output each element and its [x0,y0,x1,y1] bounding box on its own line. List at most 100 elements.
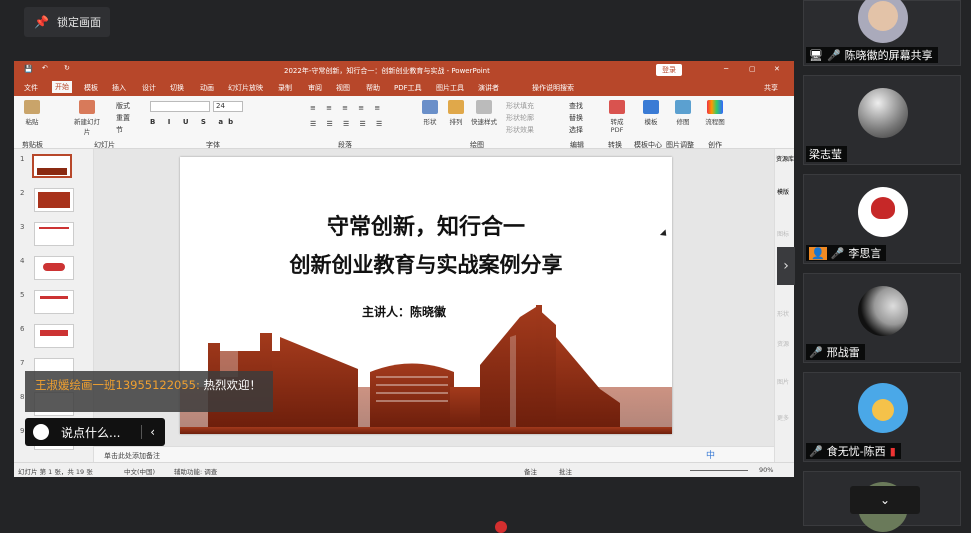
chat-sender: 王淑媛绘画一班13955122055 [35,378,196,392]
reset-button[interactable]: 重置 [116,113,130,123]
participant-avatar [858,88,908,138]
person-icon: 👤 [809,246,827,260]
slide-thumbnail[interactable] [34,188,74,212]
share-button[interactable]: 共享 [764,83,778,93]
pictures-side-item[interactable]: 图片 [777,377,789,386]
more-side-item[interactable]: 更多 [777,413,789,422]
tab-record[interactable]: 录制 [278,83,292,93]
slide-thumbnail[interactable] [34,256,74,280]
chat-message: 王淑媛绘画一班13955122055: 热烈欢迎！ [25,371,273,412]
notes-toggle[interactable]: 备注 [524,466,537,476]
find-button[interactable]: 查找 [569,101,583,111]
flowchart-button[interactable]: 流程图 [702,100,728,126]
chevron-down-icon[interactable]: ⌄ [850,486,920,514]
mic-icon: 🎤 [826,48,841,62]
shared-screen: 💾 ↶ ↻ 2022年-守常创新，知行合一：创新创业教育与实战 - PowerP… [14,61,794,477]
minimize-button[interactable]: ─ [724,65,728,73]
tab-animations[interactable]: 动画 [200,83,214,93]
tab-view[interactable]: 视图 [336,83,350,93]
slide-thumbnail[interactable] [34,324,74,348]
collapse-chevron-icon[interactable]: ‹ [141,425,155,439]
slide-thumbnail[interactable] [34,290,74,314]
shape-fill-button[interactable]: 形状填充 [506,101,534,111]
section-button[interactable]: 节 [116,125,123,135]
participant-tile[interactable]: 梁志莹 [803,75,961,165]
comments-toggle[interactable]: 批注 [559,466,572,476]
quick-style-button[interactable]: 快速样式 [470,100,498,126]
icons-side-item[interactable]: 图标 [777,229,789,238]
tab-review[interactable]: 审阅 [308,83,322,93]
select-button[interactable]: 选择 [569,125,583,135]
tab-templates[interactable]: 模板 [84,83,98,93]
flowchart-icon [707,100,723,114]
participant-tile[interactable]: 🖥 🎤 陈晓徽的屏幕共享 [803,0,961,66]
shape-outline-button[interactable]: 形状轮廓 [506,113,534,123]
font-size-select[interactable]: 24 [213,101,243,112]
tab-pdf-tools[interactable]: PDF工具 [394,83,422,93]
participant-label: 🎤 食无忧-陈西 ▮ [806,443,901,459]
picture-icon [675,100,691,114]
new-slide-icon [79,100,95,114]
alignment-buttons[interactable]: ☰ ☰ ☰ ☰ ☰ [310,120,386,128]
chat-input-placeholder[interactable]: 说点什么... [61,424,120,441]
template-button[interactable]: 模板 [640,100,662,126]
tab-insert[interactable]: 插入 [112,83,126,93]
layout-button[interactable]: 版式 [116,101,130,111]
clipboard-icon [24,100,40,114]
tab-home[interactable]: 开始 [52,81,72,93]
font-name-select[interactable] [150,101,210,112]
notes-placeholder: 单击此处添加备注 [104,452,160,460]
convert-pdf-button[interactable]: 转成PDF [606,100,628,134]
accessibility-status[interactable]: 辅助功能: 调查 [174,466,217,476]
tab-file[interactable]: 文件 [24,83,38,93]
notes-pane[interactable]: 单击此处添加备注 中 [94,446,774,463]
participant-avatar [858,383,908,433]
paragraph-buttons[interactable]: ≡ ≡ ≡ ≡ ≡ [310,104,384,112]
redo-icon[interactable]: ↻ [64,64,70,72]
participant-tile[interactable]: 🎤 邢战雷 [803,273,961,363]
new-slide-button[interactable]: 新建幻灯片 [72,100,102,136]
participant-name: 李思言 [848,247,882,260]
zoom-slider[interactable] [690,470,748,471]
tab-presenter[interactable]: 演讲者 [478,83,499,93]
restore-button[interactable]: ▢ [749,65,756,73]
participant-tile[interactable]: ⌄ [803,471,961,532]
emoji-icon[interactable] [33,424,49,440]
slide-thumbnail[interactable] [32,154,72,178]
login-button[interactable]: 登录 [656,64,682,76]
ribbon: 粘贴 新建幻灯片 版式 重置 节 24 B I U S ab ≡ ≡ ≡ ≡ ≡… [14,96,794,149]
shape-button[interactable]: 形状 [418,100,442,126]
resource-library-label: 资源库 [775,156,794,163]
slide-thumbnail[interactable] [34,222,74,246]
template-side-item[interactable]: 模版 [777,187,789,196]
shapes-side-item[interactable]: 形状 [777,309,789,318]
tab-design[interactable]: 设计 [142,83,156,93]
arrange-button[interactable]: 排列 [444,100,468,126]
tab-picture-tools[interactable]: 图片工具 [436,83,464,93]
chat-input-bar[interactable]: 说点什么... ‹ [25,418,165,446]
tell-me-search[interactable]: 操作说明搜索 [532,83,574,93]
save-icon[interactable]: 💾 [24,65,33,73]
tab-transitions[interactable]: 切换 [170,83,184,93]
slide-count-status: 幻灯片 第 1 张，共 19 张 [18,468,93,476]
paste-button[interactable]: 粘贴 [20,100,44,126]
participant-tile[interactable]: 🎤 食无忧-陈西 ▮ [803,372,961,462]
window-title: 2022年-守常创新，知行合一：创新创业教育与实战 - PowerPoint [284,67,490,75]
undo-icon[interactable]: ↶ [42,64,48,72]
replace-button[interactable]: 替换 [569,113,583,123]
lock-screen-button[interactable]: 📌 锁定画面 [24,7,110,37]
mic-muted-icon: 🎤 [809,345,823,359]
tab-help[interactable]: 帮助 [366,83,380,93]
zoom-level[interactable]: 90% [759,466,773,474]
ime-indicator[interactable]: 中 [706,448,715,461]
tab-slideshow[interactable]: 幻灯片放映 [228,83,263,93]
font-format-buttons[interactable]: B I U S ab [150,118,238,126]
panel-toggle-handle[interactable]: › [777,247,795,285]
close-button[interactable]: ✕ [774,65,780,73]
crop-button[interactable]: 修图 [672,100,694,126]
language-status: 中文(中国) [124,468,156,476]
shape-effect-button[interactable]: 形状效果 [506,125,534,135]
chat-text: 热烈欢迎！ [203,378,262,392]
resources-side-item[interactable]: 资源 [777,339,789,348]
participant-tile[interactable]: 👤 🎤 李思言 [803,174,961,264]
